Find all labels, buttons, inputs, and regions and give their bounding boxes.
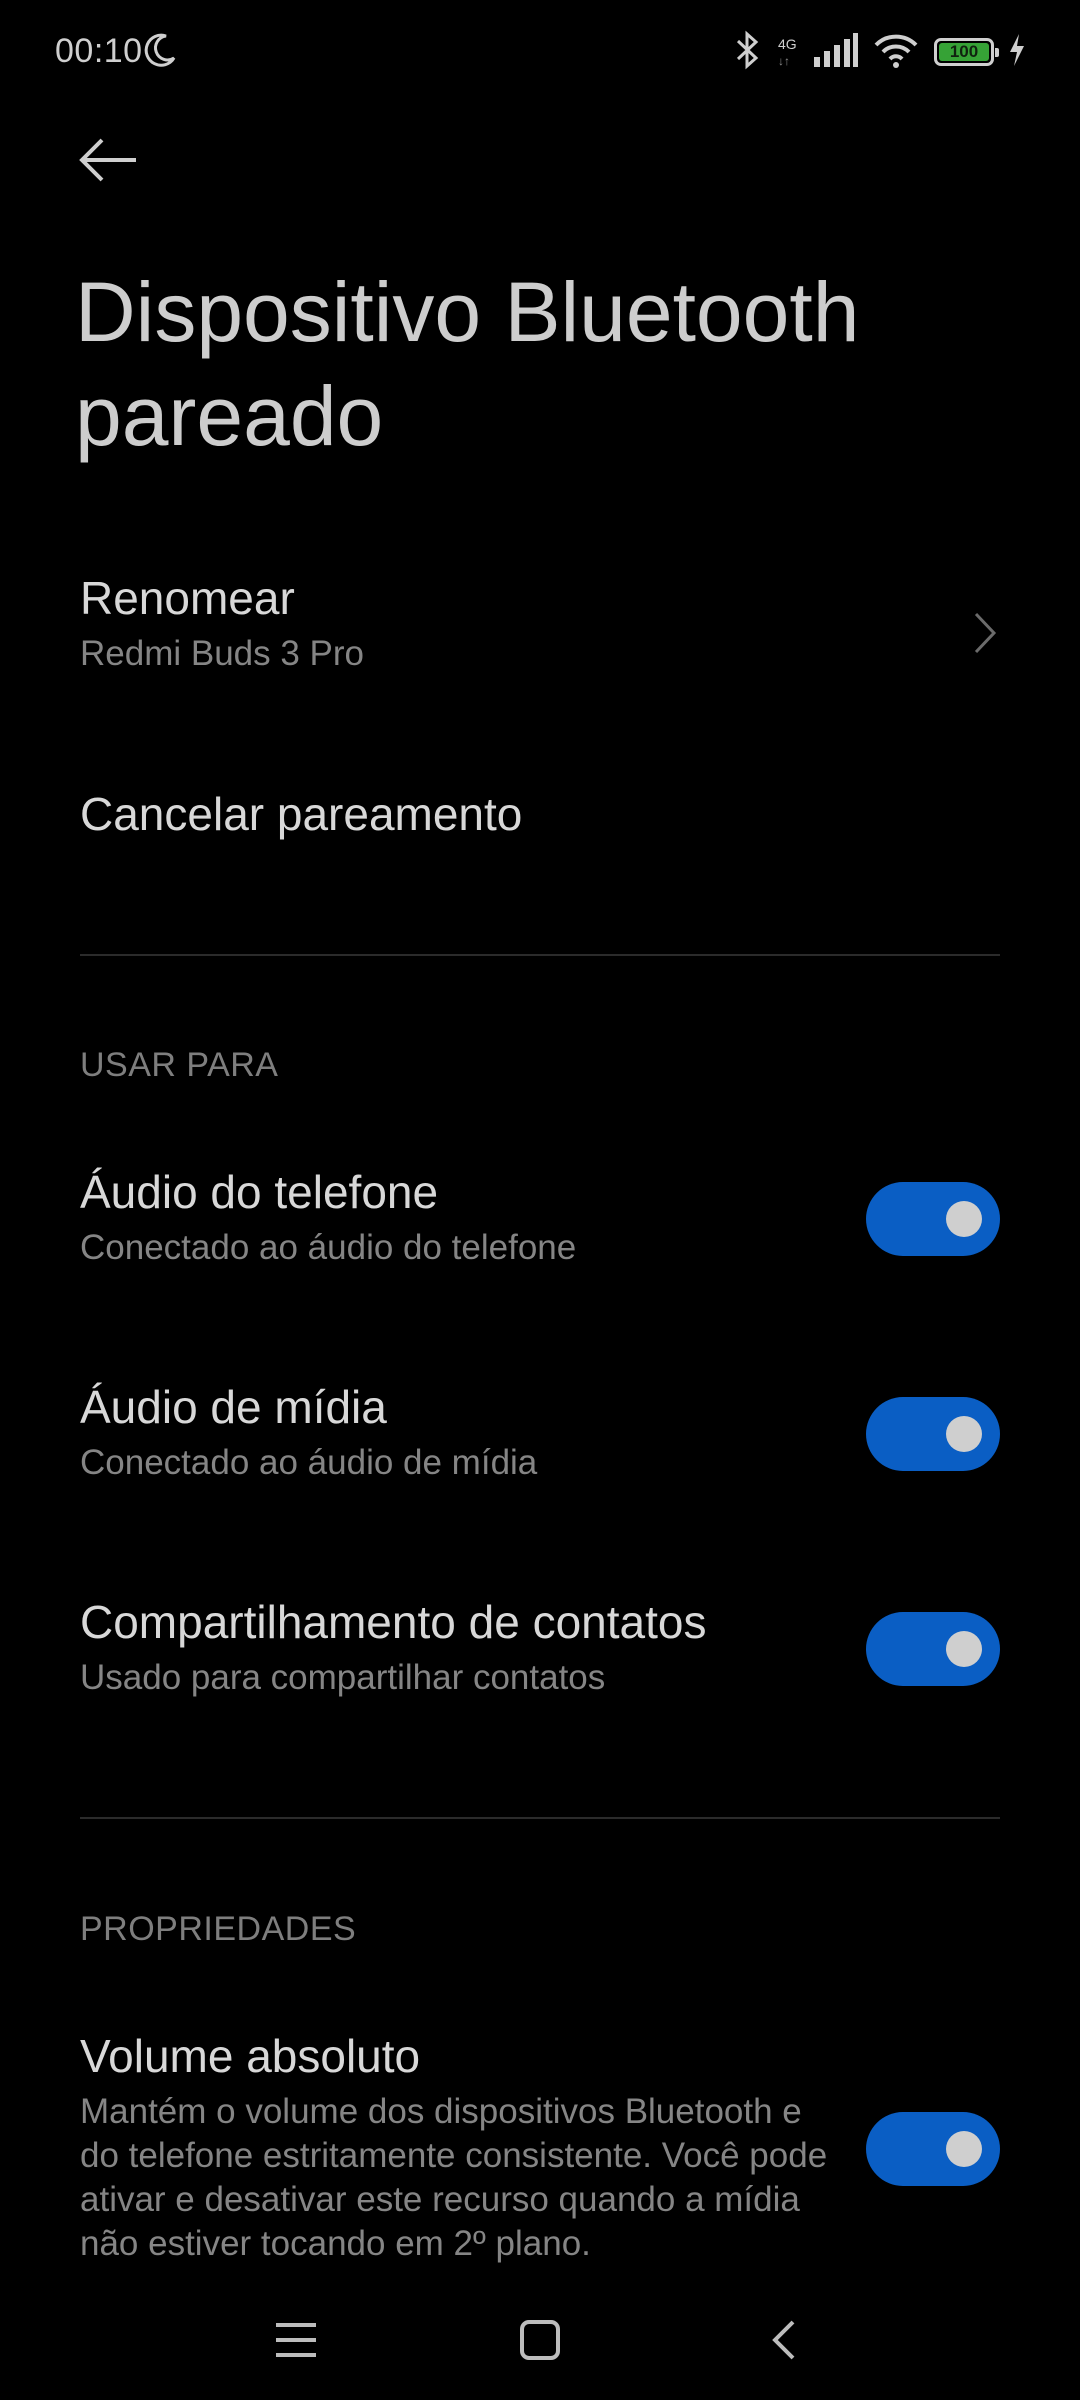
media-audio-toggle[interactable]	[866, 1397, 1000, 1471]
back-icon	[772, 2320, 795, 2360]
toggle-knob	[946, 1201, 982, 1237]
nav-back-button[interactable]	[744, 2300, 824, 2380]
toggle-knob	[946, 2131, 982, 2167]
contact-sharing-title: Compartilhamento de contatos	[80, 1596, 707, 1648]
absolute-volume-row[interactable]: Volume absoluto Mantém o volume dos disp…	[80, 2028, 1000, 2268]
charging-icon	[1008, 33, 1026, 72]
contact-sharing-toggle[interactable]	[866, 1612, 1000, 1686]
unpair-row[interactable]: Cancelar pareamento	[80, 786, 1000, 846]
unpair-label: Cancelar pareamento	[80, 788, 523, 840]
status-icons: 4G ↓↑ 100	[732, 28, 1026, 76]
chevron-right-icon	[970, 610, 1000, 661]
home-icon	[520, 2320, 560, 2360]
absolute-volume-description: Mantém o volume dos dispositivos Bluetoo…	[80, 2092, 828, 2263]
media-audio-title: Áudio de mídia	[80, 1381, 387, 1433]
menu-icon	[276, 2323, 316, 2357]
contact-sharing-row[interactable]: Compartilhamento de contatos Usado para …	[80, 1594, 1000, 1724]
divider	[80, 1817, 1000, 1819]
arrow-left-icon	[79, 138, 136, 182]
menu-button[interactable]	[256, 2300, 336, 2380]
battery-icon: 100	[934, 38, 999, 66]
status-time: 00:10	[55, 32, 143, 70]
network-type: 4G ↓↑	[778, 36, 797, 68]
section-header-properties: PROPRIEDADES	[80, 1910, 357, 1948]
divider	[80, 954, 1000, 956]
navigation-bar	[0, 2260, 1080, 2400]
section-header-use-for: USAR PARA	[80, 1046, 279, 1084]
phone-audio-toggle[interactable]	[866, 1182, 1000, 1256]
absolute-volume-toggle[interactable]	[866, 2112, 1000, 2186]
toggle-knob	[946, 1416, 982, 1452]
device-name: Redmi Buds 3 Pro	[80, 634, 365, 673]
signal-icon	[812, 32, 858, 72]
phone-audio-subtitle: Conectado ao áudio do telefone	[80, 1228, 577, 1267]
toggle-knob	[946, 1631, 982, 1667]
media-audio-row[interactable]: Áudio de mídia Conectado ao áudio de míd…	[80, 1379, 1000, 1509]
moon-icon	[140, 30, 180, 75]
page-title: Dispositivo Bluetooth pareado	[75, 265, 860, 463]
contact-sharing-subtitle: Usado para compartilhar contatos	[80, 1658, 606, 1697]
home-button[interactable]	[500, 2300, 580, 2380]
back-button[interactable]	[68, 120, 148, 200]
phone-audio-title: Áudio do telefone	[80, 1166, 439, 1218]
rename-row[interactable]: Renomear Redmi Buds 3 Pro	[80, 570, 1000, 690]
bluetooth-icon	[732, 30, 762, 75]
status-bar: 00:10 4G ↓↑ 100	[0, 0, 1080, 104]
rename-label: Renomear	[80, 572, 295, 624]
phone-audio-row[interactable]: Áudio do telefone Conectado ao áudio do …	[80, 1164, 1000, 1294]
absolute-volume-title: Volume absoluto	[80, 2030, 421, 2082]
media-audio-subtitle: Conectado ao áudio de mídia	[80, 1443, 538, 1482]
wifi-icon	[872, 31, 920, 74]
